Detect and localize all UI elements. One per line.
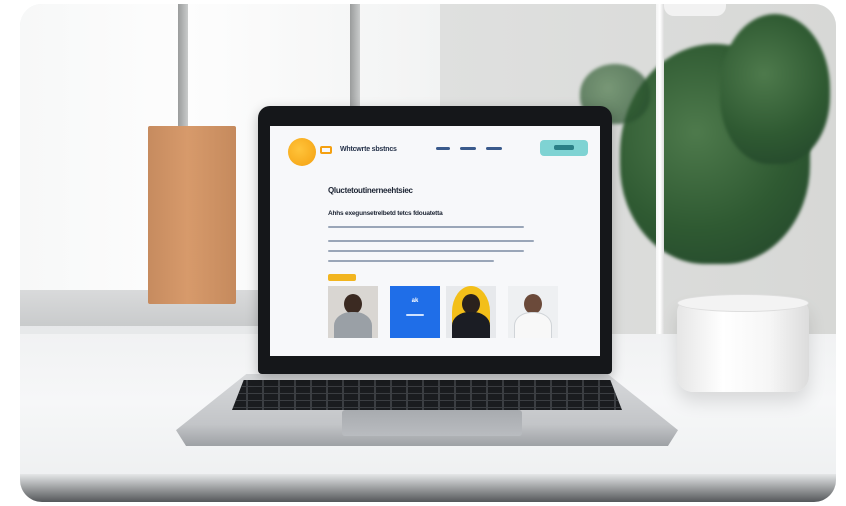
nav-link [460, 147, 476, 150]
paragraph-line [328, 250, 524, 252]
laptop-screen: Whtcwrte sbstncs Qluctetoutinerneehtsiec… [270, 126, 600, 356]
team-photo-card [328, 286, 378, 338]
hero-subtitle: Ahhs exegunsetrelbetd tetcs fdouatetta [328, 210, 443, 217]
keyboard-rows [232, 380, 622, 410]
hero-title: Qluctetoutinerneehtsiec [328, 186, 413, 195]
circle-logo-icon [288, 138, 316, 166]
team-photo-card [446, 286, 496, 338]
feature-card-label: ak [411, 298, 419, 304]
desk-lamp-head [664, 4, 726, 16]
desk-lamp-pole [656, 4, 664, 364]
wooden-panel [148, 126, 236, 304]
laptop-lid: Whtcwrte sbstncs Qluctetoutinerneehtsiec… [258, 106, 612, 374]
person-body [514, 312, 552, 338]
desk-edge [20, 474, 836, 502]
mug-rim [677, 294, 809, 312]
feature-card-line [406, 314, 424, 316]
nav-cta-button [540, 140, 588, 156]
laptop-trackpad [342, 410, 522, 436]
yellow-tag [328, 274, 356, 281]
person-body [452, 312, 490, 338]
paragraph-line [328, 260, 494, 262]
nav-link [436, 147, 450, 150]
person-head [344, 294, 362, 314]
person-head [524, 294, 542, 314]
site-brand-name: Whtcwrte sbstncs [340, 146, 397, 153]
image-frame: Whtcwrte sbstncs Qluctetoutinerneehtsiec… [0, 0, 846, 506]
blue-feature-card: ak [390, 286, 440, 338]
paragraph-line [328, 240, 534, 242]
chat-bubble-icon [320, 146, 332, 154]
person-head [462, 294, 480, 314]
laptop-photo: Whtcwrte sbstncs Qluctetoutinerneehtsiec… [20, 4, 836, 502]
white-mug [677, 294, 809, 392]
person-body [334, 312, 372, 338]
nav-link [486, 147, 502, 150]
nav-cta-label [554, 145, 574, 150]
paragraph-line [328, 226, 524, 228]
plant-foliage [720, 14, 830, 164]
team-photo-card [508, 286, 558, 338]
